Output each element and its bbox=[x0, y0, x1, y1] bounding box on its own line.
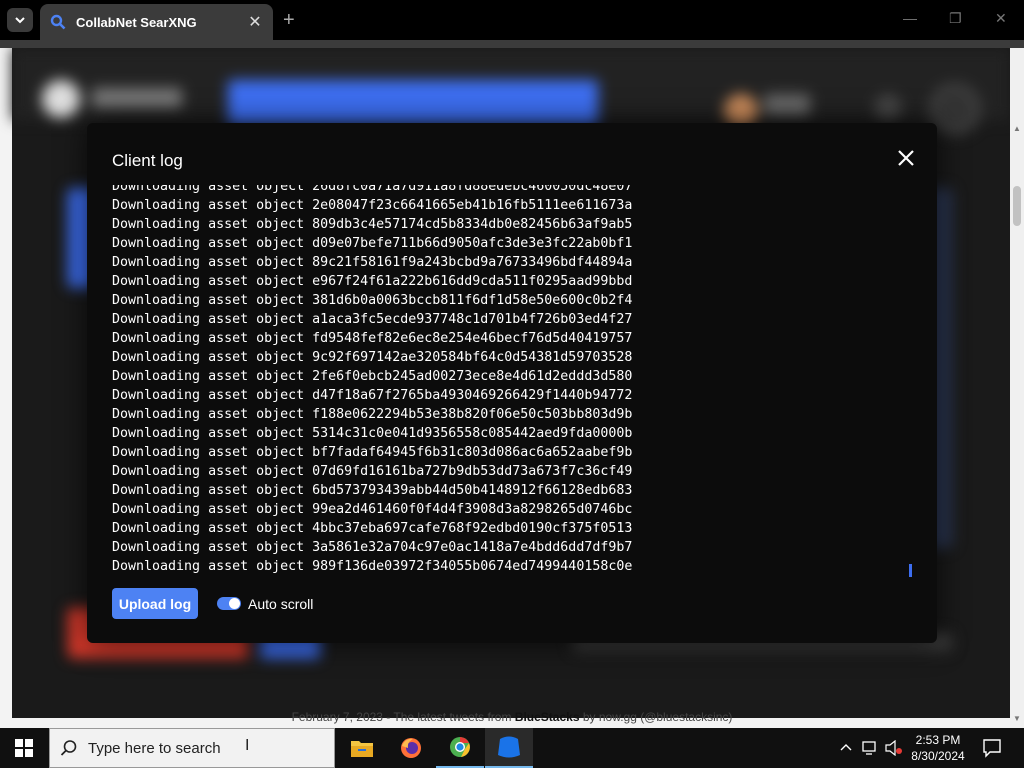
log-lines: Downloading asset object 2e08047f23c6641… bbox=[112, 196, 912, 576]
log-line: Downloading asset object fd9548fef82e6ec… bbox=[112, 331, 633, 346]
chrome-taskbar-button[interactable] bbox=[436, 728, 484, 768]
blurred-logo bbox=[42, 80, 80, 118]
blurred-profile-icon bbox=[930, 84, 980, 134]
log-line: Downloading asset object 99ea2d461460f0f… bbox=[112, 502, 633, 517]
footer-prefix: February 7, 2023 - The latest tweets fro… bbox=[291, 710, 515, 724]
search-placeholder: Type here to search bbox=[88, 739, 221, 757]
scroll-up-arrow[interactable]: ▲ bbox=[1013, 124, 1021, 133]
firefox-icon bbox=[401, 738, 421, 758]
log-line: Downloading asset object f188e0622294b53… bbox=[112, 407, 633, 422]
log-scrollbar-thumb[interactable] bbox=[909, 564, 912, 577]
bluestacks-taskbar-button[interactable] bbox=[485, 728, 533, 768]
tab-title: CollabNet SearXNG bbox=[76, 14, 197, 30]
show-hidden-icons-chevron[interactable] bbox=[840, 740, 852, 755]
log-line: Downloading asset object 9c92f697142ae32… bbox=[112, 350, 633, 365]
browser-tab[interactable]: CollabNet SearXNG ✕ bbox=[40, 4, 273, 40]
log-line: Downloading asset object d47f18a67f2765b… bbox=[112, 388, 633, 403]
footer-bold: BlueStacks bbox=[514, 710, 580, 724]
volume-muted-icon[interactable] bbox=[885, 739, 903, 759]
toolbar-edge bbox=[0, 40, 1024, 48]
taskbar-clock[interactable]: 2:53 PM 8/30/2024 bbox=[906, 732, 970, 764]
blurred-username bbox=[764, 94, 810, 116]
chrome-icon bbox=[450, 737, 470, 757]
chevron-down-icon bbox=[15, 17, 25, 24]
log-line: Downloading asset object 809db3c4e57174c… bbox=[112, 217, 633, 232]
log-line: Downloading asset object 381d6b0a0063bcc… bbox=[112, 293, 633, 308]
new-tab-button[interactable]: + bbox=[283, 9, 295, 32]
file-explorer-taskbar-button[interactable] bbox=[338, 728, 386, 768]
page-footer-text: February 7, 2023 - The latest tweets fro… bbox=[0, 710, 1024, 728]
scroll-down-arrow[interactable]: ▼ bbox=[1013, 714, 1021, 723]
log-line: Downloading asset object 6bd573793439abb… bbox=[112, 483, 633, 498]
blurred-logo-text bbox=[92, 88, 182, 108]
log-line: Downloading asset object 2e08047f23c6641… bbox=[112, 198, 633, 213]
auto-scroll-toggle[interactable] bbox=[217, 597, 241, 610]
auto-scroll-label: Auto scroll bbox=[248, 596, 314, 612]
start-button[interactable] bbox=[0, 728, 48, 768]
log-output[interactable]: Downloading asset object 26d8fc0a71a7d91… bbox=[112, 185, 912, 578]
search-icon bbox=[50, 14, 66, 30]
folder-icon bbox=[351, 741, 373, 757]
toggle-knob bbox=[229, 598, 240, 609]
log-line: Downloading asset object a1aca3fc5ecde93… bbox=[112, 312, 633, 327]
log-line: Downloading asset object 26d8fc0a71a7d91… bbox=[112, 185, 633, 194]
search-icon bbox=[50, 739, 88, 757]
log-line: Downloading asset object 4bbc37eba697caf… bbox=[112, 521, 633, 536]
text-cursor-icon: I bbox=[245, 737, 250, 754]
blurred-icon bbox=[874, 94, 902, 122]
notifications-icon[interactable] bbox=[982, 738, 1002, 763]
clock-date: 8/30/2024 bbox=[911, 749, 965, 763]
footer-suffix: by now.gg (@bluestacksinc) bbox=[579, 710, 733, 724]
browser-tab-strip: CollabNet SearXNG ✕ + — ❐ ✕ bbox=[0, 0, 1024, 40]
client-log-dialog: Client log Downloading asset object 26d8… bbox=[87, 123, 937, 643]
bluestacks-icon bbox=[498, 736, 520, 758]
clock-time: 2:53 PM bbox=[915, 733, 961, 747]
dialog-title: Client log bbox=[112, 151, 183, 170]
log-line: Downloading asset object 07d69fd16161ba7… bbox=[112, 464, 633, 479]
tab-list-button[interactable] bbox=[7, 8, 33, 32]
minimize-button[interactable]: — bbox=[903, 10, 917, 26]
log-line: Downloading asset object e967f24f61a222b… bbox=[112, 274, 633, 289]
network-icon[interactable] bbox=[862, 740, 880, 759]
log-line: Downloading asset object bf7fadaf64945f6… bbox=[112, 445, 633, 460]
close-window-button[interactable]: ✕ bbox=[995, 10, 1007, 27]
log-line: Downloading asset object 989f136de03972f… bbox=[112, 559, 633, 574]
scrollbar-thumb[interactable] bbox=[1013, 186, 1021, 226]
windows-logo-icon bbox=[15, 739, 33, 757]
log-line: Downloading asset object 3a5861e32a704c9… bbox=[112, 540, 633, 555]
log-line: Downloading asset object 2fe6f0ebcb245ad… bbox=[112, 369, 633, 384]
log-line: Downloading asset object 89c21f58161f9a2… bbox=[112, 255, 633, 270]
blurred-search-bar bbox=[228, 80, 598, 126]
close-tab-icon[interactable]: ✕ bbox=[247, 12, 263, 32]
taskbar-search-box[interactable]: Type here to search I bbox=[49, 728, 335, 768]
chevron-up-icon bbox=[840, 744, 852, 751]
log-line: Downloading asset object 5314c31c0e041d9… bbox=[112, 426, 633, 441]
firefox-taskbar-button[interactable] bbox=[387, 728, 435, 768]
page-scrollbar[interactable]: ▲ ▼ bbox=[1010, 48, 1024, 728]
upload-log-button[interactable]: Upload log bbox=[112, 588, 198, 619]
log-line: Downloading asset object d09e07befe711b6… bbox=[112, 236, 633, 251]
close-icon[interactable] bbox=[895, 147, 917, 169]
taskbar: Type here to search I 2:53 PM 8/30/2024 bbox=[0, 728, 1024, 768]
restore-button[interactable]: ❐ bbox=[949, 10, 962, 27]
